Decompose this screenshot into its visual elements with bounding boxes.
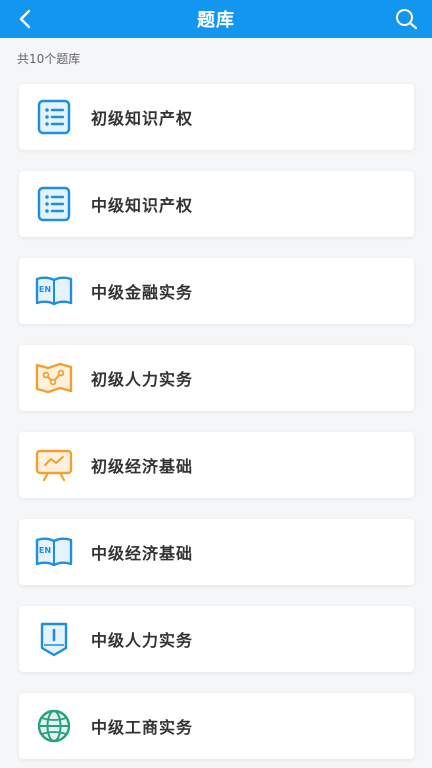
- bank-item[interactable]: 中级人力实务: [19, 606, 414, 672]
- en-book-icon: EN: [33, 531, 75, 573]
- bank-item[interactable]: EN 中级经济基础: [19, 519, 414, 585]
- bank-label: 中级工商实务: [91, 718, 194, 737]
- svg-text:EN: EN: [39, 285, 51, 294]
- header-bar: 题库: [0, 0, 432, 38]
- bank-item[interactable]: 初级人力实务: [19, 345, 414, 411]
- bank-label: 中级经济基础: [91, 544, 194, 563]
- bank-label: 中级人力实务: [91, 631, 194, 650]
- bank-list: 初级知识产权 中级知识产权 EN 中级金融实务 初级人力实务 初级经济基础 EN…: [19, 84, 414, 759]
- search-button[interactable]: [390, 3, 422, 35]
- bank-item[interactable]: EN 中级金融实务: [19, 258, 414, 324]
- bank-item[interactable]: 中级工商实务: [19, 693, 414, 759]
- bank-item[interactable]: 初级知识产权: [19, 84, 414, 150]
- globe-icon: [33, 705, 75, 747]
- bookmark-icon: [33, 618, 75, 660]
- bank-label: 初级经济基础: [91, 457, 194, 476]
- bank-label: 中级知识产权: [91, 196, 194, 215]
- bank-label: 初级知识产权: [91, 109, 194, 128]
- en-book-icon: EN: [33, 270, 75, 312]
- bank-count: 共10个题库: [17, 52, 81, 66]
- list-document-icon: [33, 183, 75, 225]
- presentation-board-icon: [33, 444, 75, 486]
- bank-label: 初级人力实务: [91, 370, 194, 389]
- bank-label: 中级金融实务: [91, 283, 194, 302]
- page-title: 题库: [197, 10, 235, 31]
- bank-item[interactable]: 初级经济基础: [19, 432, 414, 498]
- search-icon: [396, 9, 418, 30]
- map-route-icon: [33, 357, 75, 399]
- chevron-left-icon: [19, 9, 31, 29]
- bank-item[interactable]: 中级知识产权: [19, 171, 414, 237]
- list-document-icon: [33, 96, 75, 138]
- back-button[interactable]: [10, 3, 42, 35]
- svg-text:EN: EN: [39, 546, 51, 555]
